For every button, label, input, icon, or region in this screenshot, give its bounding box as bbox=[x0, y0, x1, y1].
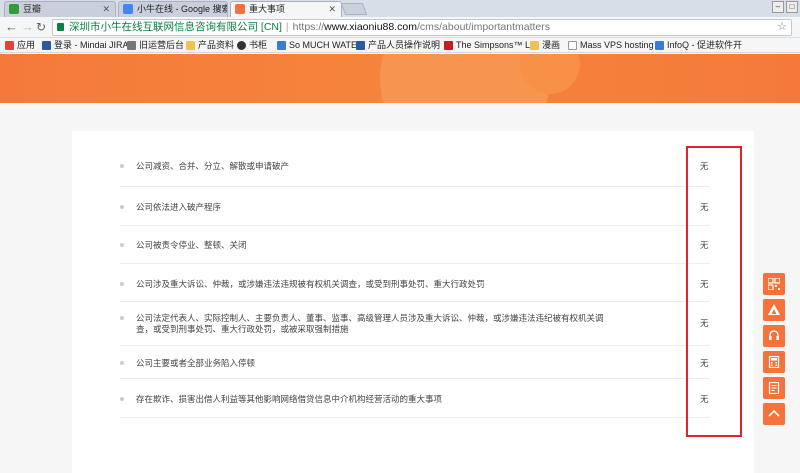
matter-text: 公司主要或者全部业务陷入停顿 bbox=[136, 358, 256, 368]
github-icon bbox=[237, 41, 246, 50]
google-favicon-icon bbox=[123, 4, 133, 14]
bookmark-label: 旧运营后台 bbox=[139, 40, 185, 50]
bullet-dot bbox=[120, 397, 124, 401]
bookmark-item[interactable]: InfoQ - 促进软件开 bbox=[655, 38, 742, 52]
matter-text: 公司法定代表人、实际控制人、主要负责人、董事、监事、高级管理人员涉及重大诉讼、仲… bbox=[136, 313, 604, 334]
bookmark-item[interactable]: So MUCH WATER bbox=[277, 38, 364, 52]
bookmark-label: 产品人员操作说明 bbox=[368, 40, 441, 50]
bullet-dot bbox=[120, 243, 124, 247]
simpsons-icon bbox=[444, 41, 453, 50]
infoq-icon bbox=[655, 41, 664, 50]
page-icon bbox=[277, 41, 286, 50]
url-scheme: https:// bbox=[292, 21, 325, 33]
bookmark-item[interactable]: 书柜 bbox=[237, 38, 267, 52]
bookmark-item[interactable]: 应用 bbox=[5, 38, 35, 52]
bookmark-label: The Simpsons™ Li bbox=[456, 40, 533, 50]
bullet-dot bbox=[120, 282, 124, 286]
bookmark-item[interactable]: 漫画 bbox=[530, 38, 560, 52]
bookmark-label: InfoQ - 促进软件开 bbox=[667, 40, 743, 50]
minimize-button[interactable]: – bbox=[772, 1, 784, 13]
back-arrow-icon[interactable]: ← bbox=[5, 19, 18, 35]
lock-icon bbox=[57, 23, 64, 31]
matter-text: 公司依法进入破产程序 bbox=[136, 202, 222, 212]
document-icon bbox=[568, 41, 577, 50]
browser-toolbar: ← → ↻ 深圳市小牛在线互联网信息咨询有限公司 [CN] | https://ww… bbox=[0, 17, 800, 38]
matter-text: 公司减资、合并、分立、解散或申请破产 bbox=[136, 161, 290, 171]
folder-icon bbox=[530, 41, 539, 50]
bookmark-label: 漫画 bbox=[542, 40, 561, 50]
matter-text: 存在欺诈、损害出借人利益等其他影响网络借贷信息中介机构经营活动的重大事项 bbox=[136, 394, 443, 404]
bookmark-label: 登录 - Mindai JIRA bbox=[54, 40, 129, 50]
reload-icon[interactable]: ↻ bbox=[36, 19, 46, 35]
qrcode-icon[interactable] bbox=[763, 273, 785, 295]
bookmark-item[interactable]: 旧运营后台 bbox=[127, 38, 184, 52]
apps-grid-icon bbox=[5, 41, 14, 50]
bookmark-item[interactable]: 登录 - Mindai JIRA bbox=[42, 38, 129, 52]
new-tab-button[interactable] bbox=[340, 3, 368, 15]
close-icon[interactable]: ✕ bbox=[328, 2, 336, 16]
customer-service-icon[interactable] bbox=[763, 325, 785, 347]
bullet-dot bbox=[120, 205, 124, 209]
list-item: 公司主要或者全部业务陷入停顿 无 bbox=[120, 346, 710, 379]
close-icon[interactable]: ✕ bbox=[214, 2, 222, 16]
tab-title: 重大事项 bbox=[249, 4, 286, 14]
browser-tab-strip: 豆瓣 ✕ 小牛在线 - Google 搜索 ✕ 重大事项 ✕ – □ bbox=[0, 0, 800, 17]
bullet-dot bbox=[120, 361, 124, 365]
bookmark-label: 书柜 bbox=[249, 40, 268, 50]
window-controls: – □ bbox=[772, 1, 798, 13]
app-icon[interactable] bbox=[763, 299, 785, 321]
jira-icon bbox=[42, 41, 51, 50]
bookmark-label: 产品资料 bbox=[198, 40, 235, 50]
tab-title: 豆瓣 bbox=[23, 4, 42, 14]
page-icon bbox=[127, 41, 136, 50]
list-item: 公司被责令停业、整顿、关闭 无 bbox=[120, 226, 710, 264]
bookmark-label: Mass VPS hosting bbox=[580, 40, 654, 50]
x-logo-icon bbox=[356, 41, 365, 50]
forward-arrow-icon[interactable]: → bbox=[21, 19, 34, 35]
url-host: www.xiaoniu88.com bbox=[324, 21, 417, 33]
bookmark-item[interactable]: The Simpsons™ Li bbox=[444, 38, 532, 52]
matter-text: 公司被责令停业、整顿、关闭 bbox=[136, 240, 247, 250]
bookmark-item[interactable]: 产品人员操作说明 bbox=[356, 38, 440, 52]
bookmark-item[interactable]: 产品资料 bbox=[186, 38, 234, 52]
folder-icon bbox=[186, 41, 195, 50]
address-bar[interactable]: 深圳市小牛在线互联网信息咨询有限公司 [CN] | https://www.xiao… bbox=[52, 19, 792, 36]
important-matters-card: 公司减资、合并、分立、解散或申请破产 无 公司依法进入破产程序 无 公司被责令停… bbox=[72, 131, 754, 473]
url-path: /cms/about/importantmatters bbox=[416, 21, 551, 33]
douban-favicon-icon bbox=[9, 4, 19, 14]
back-to-top-icon[interactable] bbox=[763, 403, 785, 425]
tab-douban[interactable]: 豆瓣 ✕ bbox=[4, 1, 116, 17]
bookmark-star-icon[interactable]: ☆ bbox=[777, 20, 787, 35]
close-icon[interactable]: ✕ bbox=[102, 2, 110, 16]
tab-important-matters[interactable]: 重大事项 ✕ bbox=[230, 1, 342, 17]
bullet-dot bbox=[120, 316, 124, 320]
list-item: 公司依法进入破产程序 无 bbox=[120, 187, 710, 226]
calculator-icon[interactable] bbox=[763, 351, 785, 373]
bookmarks-bar: 应用 登录 - Mindai JIRA 旧运营后台 产品资料 书柜 So MUC… bbox=[0, 38, 800, 53]
list-item: 公司减资、合并、分立、解散或申请破产 无 bbox=[120, 144, 710, 187]
maximize-button[interactable]: □ bbox=[786, 1, 798, 13]
tab-google-search[interactable]: 小牛在线 - Google 搜索 ✕ bbox=[118, 1, 228, 17]
page-banner bbox=[0, 54, 800, 103]
address-separator: | bbox=[285, 21, 289, 33]
matter-text: 公司涉及重大诉讼、仲裁，或涉嫌违法违规被有权机关调查，或受到刑事处罚、重大行政处… bbox=[136, 279, 485, 289]
list-item: 公司涉及重大诉讼、仲裁，或涉嫌违法违规被有权机关调查，或受到刑事处罚、重大行政处… bbox=[120, 264, 710, 302]
notes-icon[interactable] bbox=[763, 377, 785, 399]
list-item: 公司法定代表人、实际控制人、主要负责人、董事、监事、高级管理人员涉及重大诉讼、仲… bbox=[120, 302, 710, 346]
bookmark-item[interactable]: Mass VPS hosting bbox=[568, 38, 654, 52]
bookmark-label: 应用 bbox=[17, 40, 36, 50]
list-item: 存在欺诈、损害出借人利益等其他影响网络借贷信息中介机构经营活动的重大事项 无 bbox=[120, 379, 710, 418]
bullet-dot bbox=[120, 164, 124, 168]
bookmark-label: So MUCH WATER bbox=[289, 40, 364, 50]
highlight-annotation-box bbox=[686, 146, 742, 437]
secure-origin-label: 深圳市小牛在线互联网信息咨询有限公司 [CN] bbox=[69, 21, 282, 33]
xiaoniu-favicon-icon bbox=[235, 4, 245, 14]
